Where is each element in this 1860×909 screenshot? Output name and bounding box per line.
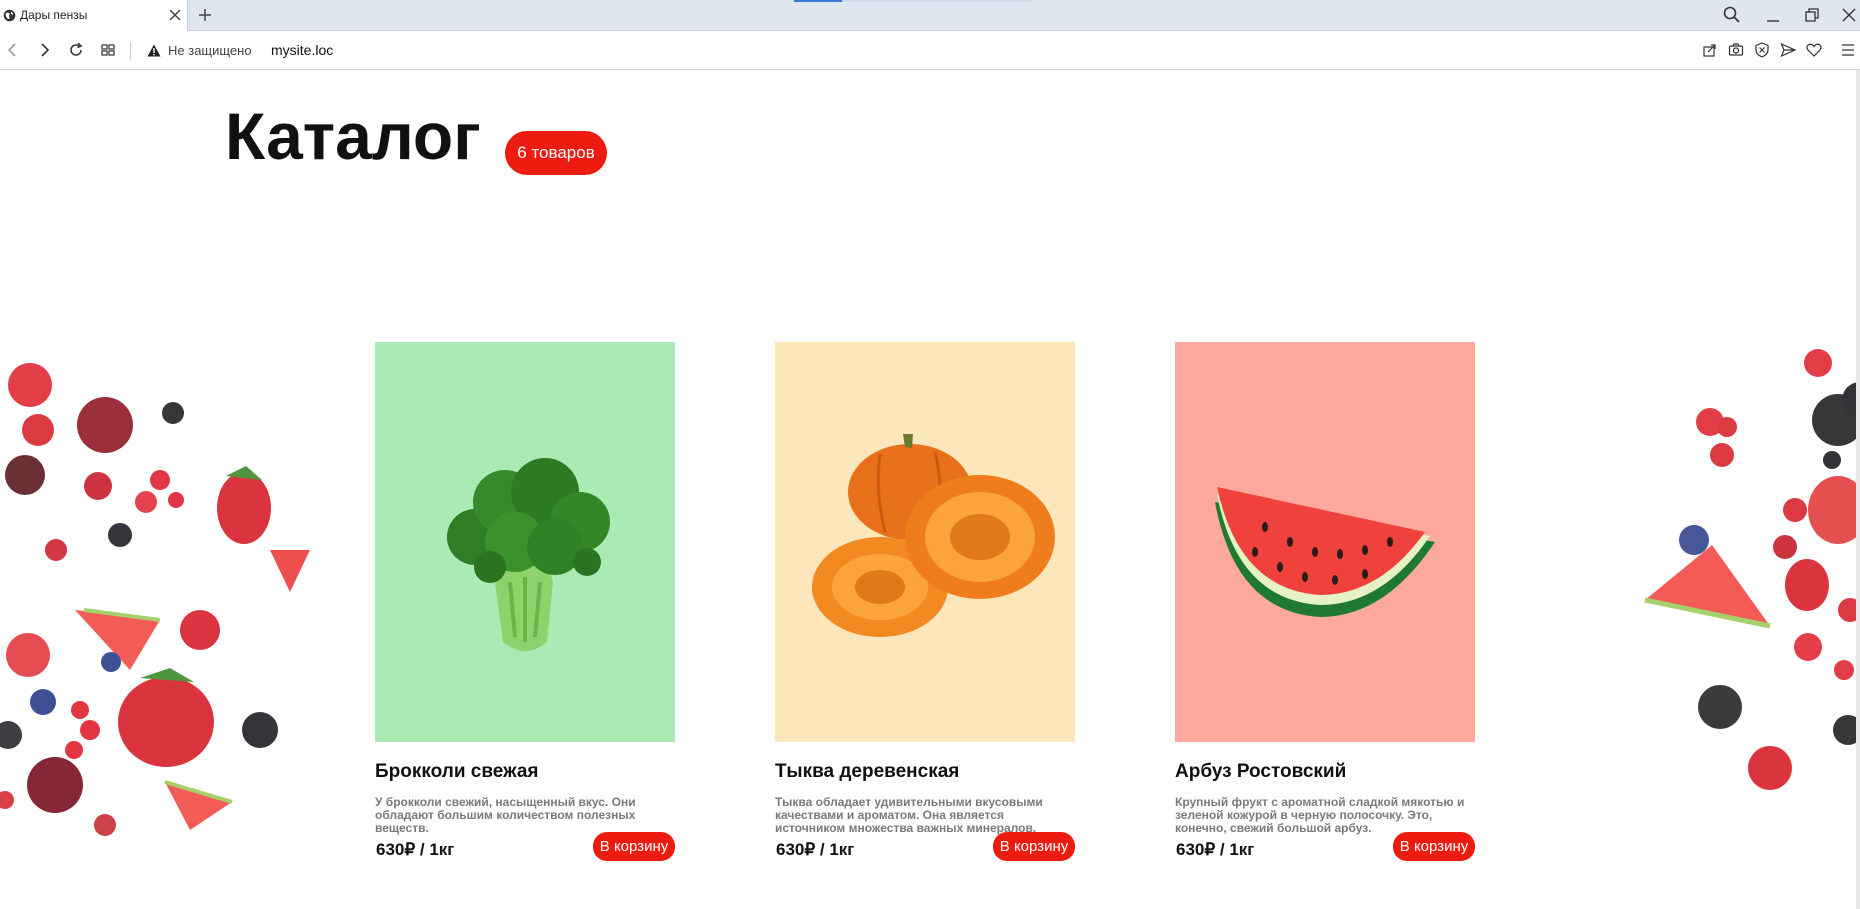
add-to-cart-button[interactable]: В корзину: [1393, 832, 1475, 861]
toolbar-separator: [130, 42, 131, 60]
warning-icon[interactable]: [147, 44, 161, 57]
url-field[interactable]: mysite.loc: [271, 42, 333, 58]
product-price: 630₽ / 1кг: [776, 840, 855, 859]
restore-icon[interactable]: [1801, 4, 1823, 26]
product-image-broccoli[interactable]: [375, 342, 675, 742]
product-name: Тыква деревенская: [775, 761, 960, 782]
camera-icon[interactable]: [1727, 41, 1745, 59]
tab-strip: Дары пензы: [0, 0, 1860, 31]
close-window-icon[interactable]: [1838, 4, 1860, 26]
plus-icon[interactable]: [196, 6, 214, 24]
tab-progress-accent: [794, 0, 842, 2]
scrollbar[interactable]: [1856, 70, 1860, 909]
back-arrow-icon[interactable]: [3, 40, 23, 60]
product-price: 630₽ / 1кг: [1176, 840, 1255, 859]
forward-arrow-icon[interactable]: [34, 40, 54, 60]
berries-decoration-left: [0, 363, 310, 836]
berries-decoration-right: [1644, 349, 1856, 790]
product-name: Арбуз Ростовский: [1175, 761, 1347, 782]
minimize-icon[interactable]: [1762, 4, 1784, 26]
product-count-badge: 6 товаров: [505, 131, 607, 175]
product-name: Брокколи свежая: [375, 761, 539, 782]
tab-progress-track: [842, 0, 1032, 2]
share-icon[interactable]: [1701, 41, 1719, 59]
menu-icon[interactable]: [1839, 41, 1857, 59]
add-to-cart-button[interactable]: В корзину: [993, 832, 1075, 861]
product-price: 630₽ / 1кг: [376, 840, 455, 859]
product-image-watermelon[interactable]: [1175, 342, 1475, 742]
globe-icon: [3, 9, 16, 22]
tab-title: Дары пензы: [20, 8, 88, 22]
security-status[interactable]: Не защищено: [168, 43, 252, 58]
heart-icon[interactable]: [1805, 41, 1823, 59]
product-description: Тыква обладает удивительными вкусовыми к…: [775, 795, 1043, 835]
reload-icon[interactable]: [66, 40, 86, 60]
search-icon[interactable]: [1721, 4, 1743, 26]
shield-icon[interactable]: [1753, 41, 1771, 59]
close-icon[interactable]: [166, 6, 184, 24]
product-image-pumpkin[interactable]: [775, 342, 1075, 742]
add-to-cart-button[interactable]: В корзину: [593, 832, 675, 861]
speed-dial-icon[interactable]: [98, 40, 118, 60]
product-description: У брокколи свежий, насыщенный вкус. Они …: [375, 795, 636, 835]
page-viewport: Каталог 6 товаров Брокколи свежая У брок…: [0, 70, 1860, 909]
address-bar: Не защищено mysite.loc: [0, 31, 1860, 70]
page-title: Каталог: [225, 99, 481, 173]
product-description: Крупный фрукт с ароматной сладкой мякоть…: [1175, 795, 1465, 835]
send-icon[interactable]: [1779, 41, 1797, 59]
browser-tab[interactable]: Дары пензы: [0, 0, 188, 31]
